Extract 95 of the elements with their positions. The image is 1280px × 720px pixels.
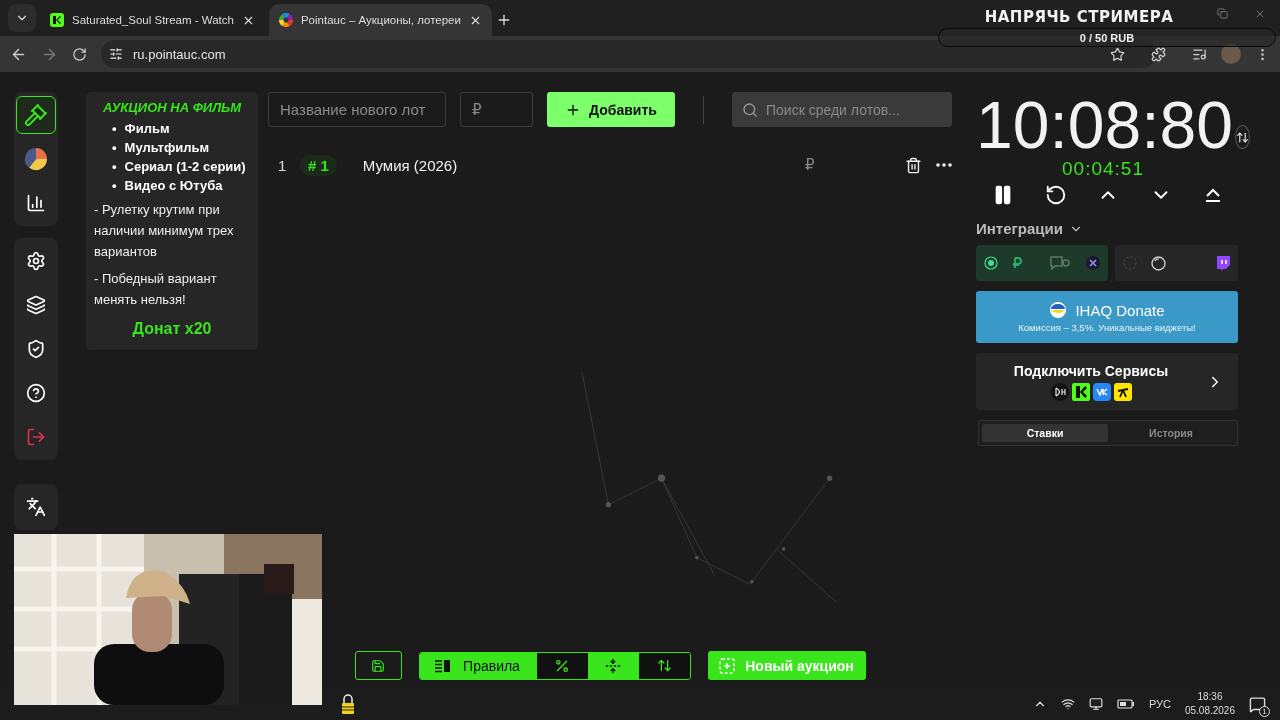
more-button[interactable]	[936, 163, 952, 167]
more-icon	[936, 163, 952, 167]
delete-button[interactable]	[905, 156, 922, 174]
cross-circle-icon	[1086, 256, 1100, 270]
widget-title: НАПРЯЧЬ СТРИМЕРА	[984, 8, 1174, 26]
rules-item: Фильм	[124, 121, 170, 136]
bullet: •	[112, 140, 117, 155]
promo-title: IHAQ Donate	[1075, 301, 1165, 319]
timer: 10:08:80	[976, 92, 1233, 158]
integration-card[interactable]	[976, 245, 1108, 281]
service-logo-icon	[1050, 382, 1069, 401]
elapsed-time: 00:04:51	[1061, 158, 1145, 180]
collapse-button[interactable]	[587, 652, 638, 679]
lot-name-field[interactable]: Название нового лот	[268, 92, 446, 127]
circle-icon	[1151, 255, 1166, 271]
clock[interactable]: 18:36 05.08.2026	[1184, 690, 1235, 718]
restore-icon[interactable]	[1217, 8, 1228, 19]
reload-button[interactable]	[72, 46, 87, 62]
color-wheel-icon	[278, 13, 293, 27]
ruble-icon	[1012, 257, 1022, 269]
chat-logo-icon	[1049, 301, 1068, 319]
up-down-arrows-icon	[1235, 130, 1249, 144]
integrations-toggle[interactable]: Интеграции	[976, 220, 1238, 237]
puzzle-icon	[1151, 46, 1166, 62]
notification-count: 1	[1259, 705, 1270, 717]
pie-chart-icon	[24, 147, 48, 171]
media-button[interactable]	[1192, 46, 1207, 62]
rules-note: - Победный вариант менять нельзя!	[94, 270, 218, 309]
dashed-plus-icon	[719, 657, 736, 674]
twitch-icon	[1216, 255, 1230, 271]
panel-tab[interactable]: История	[1108, 424, 1234, 442]
language-indicator[interactable]: РУС	[1148, 698, 1171, 710]
gavel-icon	[24, 103, 48, 127]
trash-icon	[905, 156, 922, 174]
playlist-icon	[1192, 46, 1207, 62]
service-logo-icon	[1092, 382, 1111, 401]
panel-tab[interactable]: Ставки	[982, 424, 1108, 442]
search-icon	[742, 102, 758, 118]
translate-icon	[26, 497, 46, 517]
sidebar-button[interactable]	[16, 96, 56, 134]
percent-button[interactable]	[535, 652, 588, 679]
lot-amount: ₽	[805, 156, 816, 174]
search-field[interactable]: Поиск среди лотов...	[732, 92, 952, 127]
avatar[interactable]	[1221, 44, 1241, 64]
up-down-arrows-icon	[656, 658, 672, 673]
rules-item: Мультфильм	[124, 140, 210, 155]
reset-icon	[1044, 184, 1067, 206]
extensions-button[interactable]	[1151, 46, 1166, 62]
bullet: •	[112, 121, 117, 136]
rules-title: АУКЦИОН НА ФИЛЬМ	[102, 100, 243, 115]
dashed-circle-icon	[1123, 256, 1137, 270]
wifi-icon[interactable]	[1060, 697, 1075, 711]
rules-item: Видео с Ютуба	[124, 178, 223, 193]
shield-check-icon	[26, 339, 46, 359]
bookmark-button[interactable]	[1110, 46, 1125, 62]
lot-index: 1	[278, 156, 288, 174]
bullet: •	[112, 178, 117, 193]
radio-icon	[984, 256, 998, 270]
bullet: •	[112, 159, 117, 174]
rules-icon	[435, 658, 452, 673]
site-settings-icon	[109, 47, 123, 61]
site-icon	[50, 13, 64, 27]
sort-button[interactable]	[637, 652, 690, 679]
battery-icon[interactable]	[1116, 698, 1135, 710]
rules-item: Сериал (1-2 серии)	[124, 159, 246, 174]
connect-services-button[interactable]: Подключить Сервисы	[976, 353, 1238, 410]
display-icon[interactable]	[1088, 697, 1103, 711]
swap-button[interactable]	[1234, 125, 1250, 149]
reset-button[interactable]	[1044, 184, 1067, 206]
add-button[interactable]: Добавить	[547, 92, 675, 127]
padlock-icon[interactable]	[340, 693, 356, 715]
help-icon	[26, 383, 46, 403]
bar-chart-icon	[26, 193, 46, 213]
settings-icon	[26, 251, 46, 271]
reload-icon	[72, 46, 87, 62]
browser-tab[interactable]: Saturated_Soul Stream - Watch	[40, 4, 265, 36]
rules-footer: Донат x20	[94, 320, 250, 338]
amount-field[interactable]: ₽	[460, 92, 533, 127]
notifications-icon[interactable]	[1249, 695, 1266, 713]
logout-icon	[26, 427, 46, 447]
layers-icon	[26, 295, 46, 315]
speech-bubble-icon	[1050, 256, 1072, 270]
integration-card[interactable]	[1115, 245, 1238, 281]
rules-note: - Рулетку крутим при наличии минимум трех вариантов	[94, 201, 235, 261]
promo-subtitle: Комиссия – 3,5%. Уникальные виджеты!	[1018, 322, 1196, 333]
browser-tab[interactable]: Pointauc – Аукционы, лотереи	[268, 4, 492, 36]
service-logo-icon	[1113, 382, 1132, 401]
rules-button[interactable]: Правила	[419, 652, 536, 679]
star-icon	[1110, 46, 1125, 62]
percent-icon	[554, 657, 570, 674]
save-button[interactable]	[354, 651, 402, 680]
service-logo-icon	[1071, 382, 1090, 401]
lot-name: Мумия (2026)	[362, 156, 459, 174]
lot-rank: # 1	[300, 154, 337, 176]
fold-icon	[605, 657, 621, 674]
